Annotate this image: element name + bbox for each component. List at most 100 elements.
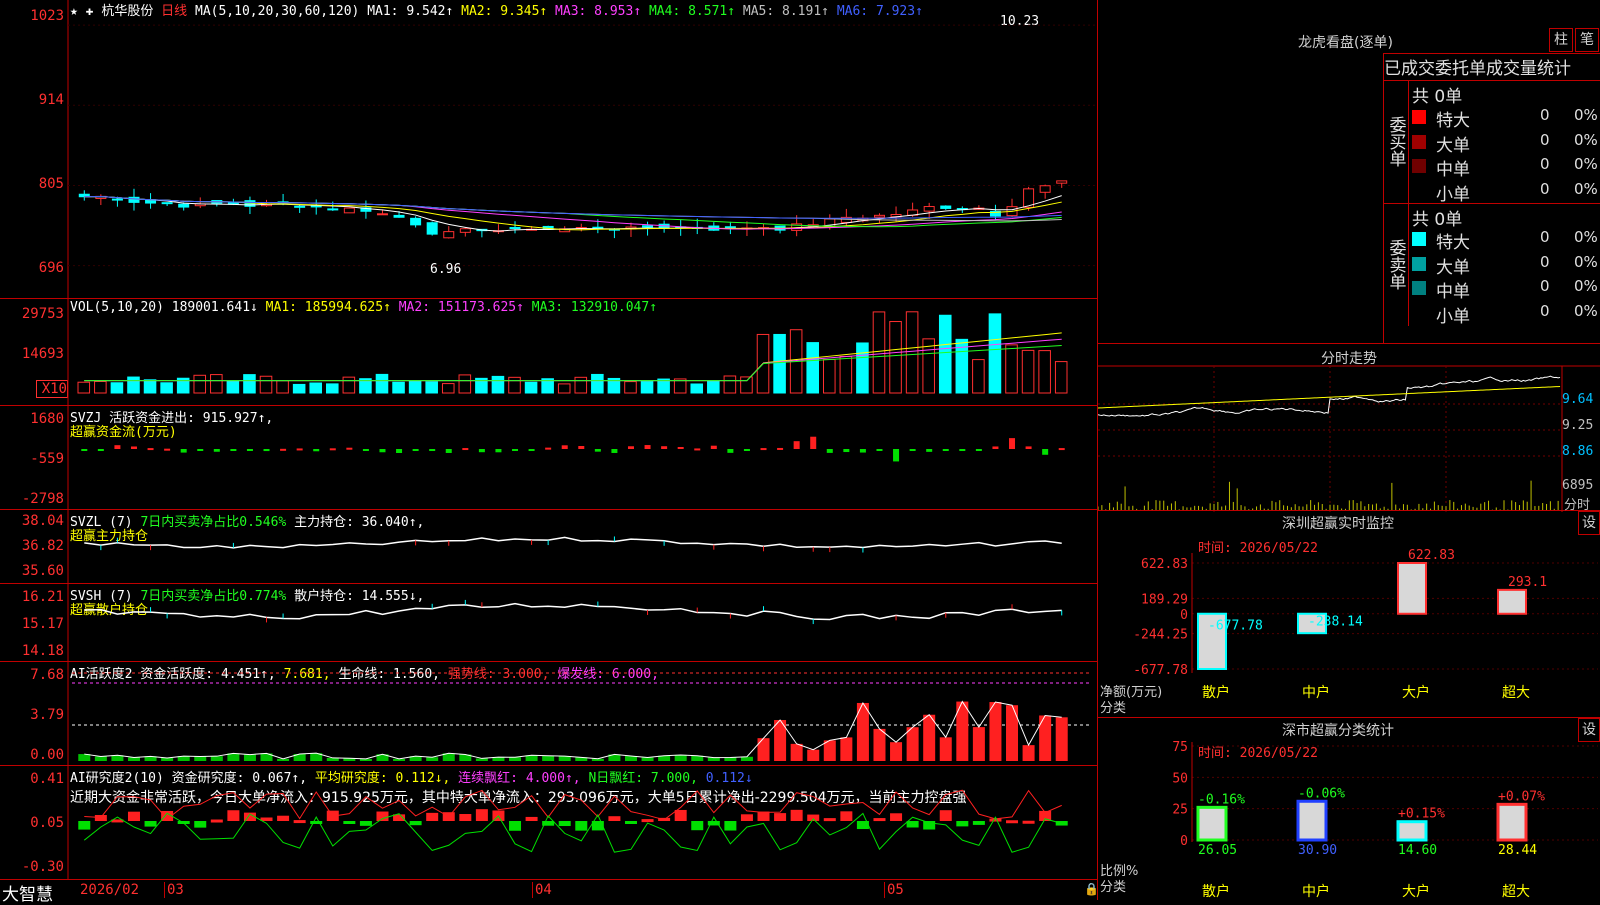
- volume-bar: [988, 313, 1002, 394]
- order-size-name: 特大: [1436, 233, 1470, 253]
- order-count: 0: [1540, 228, 1550, 246]
- tab-volume[interactable]: 成交量: [1486, 59, 1537, 79]
- volume-panel[interactable]: VOL(5,10,20) 189001.641↓ MA1: 185994.625…: [0, 298, 1098, 406]
- candle: [1056, 180, 1068, 184]
- classify-change-label: +0.15%: [1398, 807, 1445, 822]
- tab-stats[interactable]: 统计: [1537, 59, 1571, 79]
- order-pct: 0%: [1574, 130, 1598, 149]
- flow-bar: [627, 446, 634, 449]
- flow-bar: [545, 447, 552, 450]
- research-bar: [972, 821, 985, 825]
- svsh-panel[interactable]: SVSH (7) 7日内买卖净占比0.774% 散户持仓: 14.555↓, 超…: [0, 583, 1098, 662]
- flow-bar: [147, 448, 154, 451]
- research-bar: [757, 811, 770, 821]
- flow-bar: [893, 449, 900, 462]
- volume-bar: [905, 311, 919, 394]
- flow-bar: [280, 448, 287, 451]
- research-bar: [740, 814, 753, 821]
- kline-svg: [67, 0, 1098, 298]
- candle: [459, 228, 471, 233]
- monitor-y-tick: 622.83: [1141, 557, 1188, 572]
- flow-bar: [1009, 438, 1016, 449]
- svzl-panel[interactable]: SVZL (7) 7日内买卖净占比0.546% 主力持仓: 36.040↑, 超…: [0, 509, 1098, 584]
- monitor-y-tick: -677.78: [1133, 663, 1188, 678]
- tab-orders[interactable]: 委托单: [1435, 59, 1486, 79]
- ai-research-svg: [67, 765, 1068, 879]
- flow-bar: [213, 449, 220, 452]
- order-count: 0: [1540, 252, 1550, 271]
- footer-bar: 大智慧 2026/02 03 04 05 🔒: [0, 879, 1099, 905]
- brand-logo[interactable]: 大智慧: [2, 880, 53, 905]
- flow-bar: [396, 449, 403, 453]
- monitor-chart: 622.83 189.290 -244.25 -677.78 -677.78 散户 -238…: [1133, 548, 1598, 701]
- candle: [343, 207, 355, 214]
- candle: [410, 217, 422, 226]
- activity-bar: [94, 756, 107, 761]
- monitor-y-tick: 0: [1180, 608, 1188, 623]
- classify-category: 超大: [1502, 884, 1530, 900]
- flow-bar: [97, 449, 104, 451]
- order-size-name: 中单: [1436, 160, 1470, 180]
- candle: [426, 222, 438, 235]
- research-bar: [558, 821, 571, 827]
- tab-traded[interactable]: 已成交: [1384, 59, 1435, 79]
- candle: [393, 214, 405, 218]
- activity-bar: [243, 754, 256, 761]
- flow-bar: [843, 449, 850, 453]
- monitor-bar: [1497, 588, 1527, 615]
- research-bar: [873, 818, 886, 822]
- volume-bar: [276, 380, 289, 394]
- research-bar: [376, 811, 389, 821]
- monitor-panel[interactable]: 深圳超赢实时监控 设 时间: 2026/05/22 净额(万元) 分类 622.…: [1098, 511, 1600, 718]
- activity-bar: [873, 728, 886, 761]
- volume-bar: [740, 376, 753, 394]
- intraday-panel[interactable]: 分时走势 9.64 9.25 8.86 6895 分时: [1098, 343, 1600, 513]
- volume-bar: [574, 376, 588, 394]
- volume-bar: [375, 373, 389, 394]
- buy-row: 特大 0 0%: [1412, 106, 1600, 131]
- flow-bar: [777, 447, 784, 450]
- monitor-value-label: 622.83: [1408, 548, 1455, 563]
- research-bar: [227, 810, 240, 821]
- classify-y-tick: 75: [1172, 740, 1188, 755]
- activity-bar: [542, 755, 555, 761]
- ai-research-panel[interactable]: AI研究度2(10) 资金研究度: 0.067↑, 平均研究度: 0.112↓,…: [0, 765, 1098, 880]
- flow-bar: [561, 445, 568, 449]
- classify-panel[interactable]: 深市超赢分类统计 设 时间: 2026/05/22 比例% 分类 75 50 25 0…: [1098, 718, 1600, 900]
- sell-row: 特大 0 0%: [1412, 228, 1600, 253]
- flow-bar: [959, 449, 966, 451]
- research-bar: [94, 815, 107, 821]
- flow-bar: [859, 449, 866, 453]
- classify-change-label: +0.07%: [1498, 789, 1545, 804]
- holding-line: [84, 536, 1062, 549]
- activity-bar: [674, 754, 687, 761]
- volume-bar: [1054, 361, 1068, 394]
- flow-bar: [445, 449, 452, 453]
- candle: [111, 198, 123, 201]
- flow-bar: [313, 449, 320, 452]
- flow-bar: [611, 449, 618, 453]
- order-pct: 0%: [1574, 155, 1598, 173]
- kline-panel[interactable]: ★ ✚ 杭华股份 日线 MA(5,10,20,30,60,120) MA1: 9…: [0, 0, 1098, 299]
- classify-y-tick: 25: [1172, 803, 1188, 818]
- buy-total: 共 0单: [1412, 87, 1463, 107]
- lock-icon[interactable]: 🔒: [1084, 882, 1099, 896]
- svzj-panel[interactable]: SVZJ 活跃资金进出: 915.927↑, 超赢资金流(万元) 1680 -5…: [0, 405, 1098, 510]
- sell-row: 中单 0 0%: [1412, 277, 1600, 302]
- bar-view-button[interactable]: 柱: [1549, 28, 1573, 52]
- ai-active-panel[interactable]: AI活跃度2 资金活跃度: 4.451↑, 7.681, 生命线: 1.560,…: [0, 661, 1098, 766]
- tick-view-button[interactable]: 笔: [1575, 28, 1599, 52]
- monitor-value-label: -238.14: [1308, 615, 1363, 630]
- flow-bar: [578, 446, 585, 449]
- volume-bar: [938, 314, 952, 394]
- research-bar: [774, 813, 787, 821]
- research-bar: [840, 811, 853, 821]
- classify-category: 散户: [1202, 883, 1230, 900]
- holding-line: [84, 602, 1062, 621]
- activity-bar: [890, 742, 903, 761]
- ma-line: [84, 196, 1062, 222]
- volume-bar: [425, 381, 438, 394]
- volume-bar: [839, 355, 853, 394]
- flow-bar: [164, 448, 171, 451]
- svsh-svg: [67, 583, 1063, 661]
